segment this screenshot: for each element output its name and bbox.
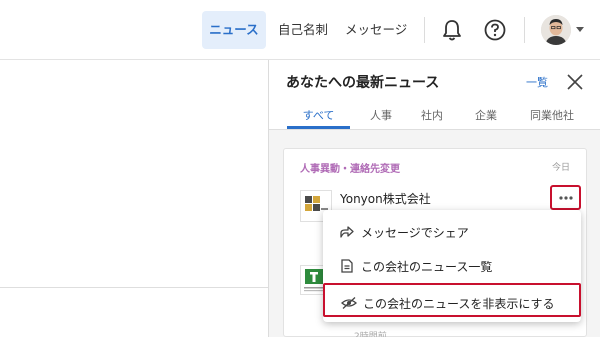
news-list-link[interactable]: 一覧: [526, 74, 548, 90]
more-options-button[interactable]: [550, 185, 581, 210]
document-icon: [339, 258, 355, 273]
close-icon[interactable]: [565, 72, 585, 92]
menu-item-company-news-list[interactable]: この会社のニュース一覧: [323, 248, 581, 282]
tab-internal[interactable]: 社内: [419, 107, 445, 123]
nav-my-card[interactable]: 自己名刺: [278, 11, 328, 49]
news-category: 人事異動・連絡先変更: [300, 164, 400, 175]
news-options-menu: メッセージでシェア この会社のニュース一覧 この会社のニュースを非表示にする: [323, 210, 581, 322]
share-icon: [339, 224, 355, 238]
menu-item-label: メッセージでシェア: [361, 226, 469, 240]
divider: [0, 287, 268, 288]
panel-title: あなたへの最新ニュース: [286, 75, 440, 91]
chevron-down-icon[interactable]: [576, 27, 584, 32]
tab-personnel[interactable]: 人事: [366, 107, 396, 123]
news-panel-header: あなたへの最新ニュース 一覧 すべて 人事 社内 企業 同業他社: [269, 60, 600, 130]
bell-icon[interactable]: [439, 17, 465, 43]
nav-messages[interactable]: メッセージ: [345, 11, 407, 49]
menu-item-hide-company-news[interactable]: この会社のニュースを非表示にする: [323, 283, 581, 317]
more-icon: [559, 196, 573, 200]
menu-item-label: この会社のニュースを非表示にする: [363, 297, 555, 311]
eye-off-icon: [341, 295, 357, 309]
nav-news[interactable]: ニュース: [202, 11, 266, 49]
tab-all[interactable]: すべて: [287, 107, 350, 123]
nav-divider: [424, 17, 425, 43]
help-icon[interactable]: [482, 17, 508, 43]
menu-item-label: この会社のニュース一覧: [361, 260, 493, 274]
active-tab-indicator: [287, 126, 350, 129]
company-name[interactable]: Yonyon株式会社: [340, 190, 431, 207]
news-date: 今日: [552, 163, 571, 173]
nav-divider: [524, 17, 525, 43]
tab-competitors[interactable]: 同業他社: [527, 107, 577, 123]
avatar[interactable]: [541, 15, 571, 45]
menu-item-share[interactable]: メッセージでシェア: [323, 214, 581, 248]
tab-companies[interactable]: 企業: [473, 107, 499, 123]
top-navigation: ニュース 自己名刺 メッセージ: [0, 0, 600, 60]
news-time: 2時間前: [354, 332, 387, 337]
